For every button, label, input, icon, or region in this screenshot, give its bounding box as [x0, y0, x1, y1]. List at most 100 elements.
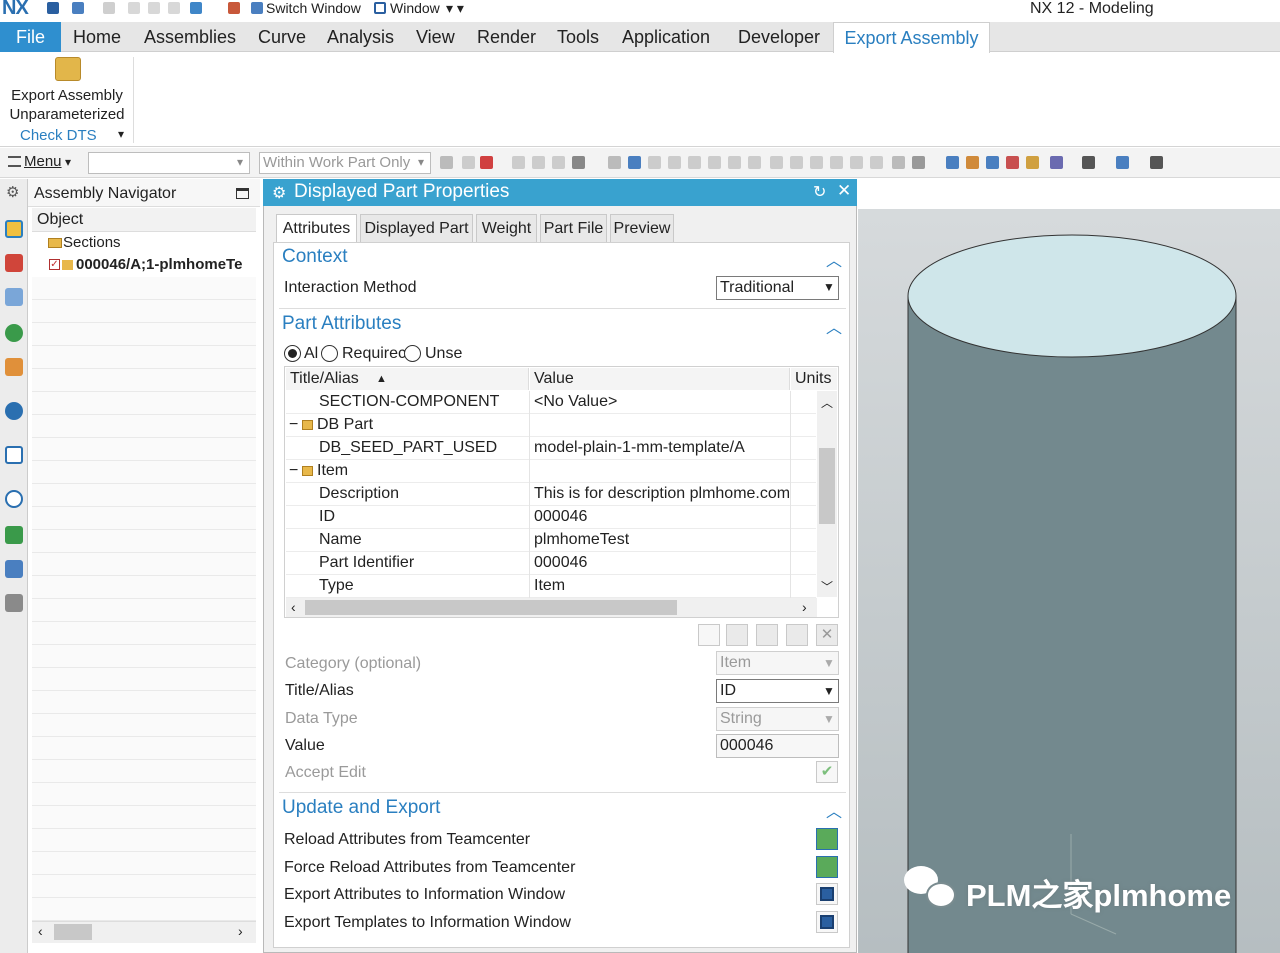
navigator-row[interactable] — [32, 737, 256, 760]
tab-weight[interactable]: Weight — [476, 214, 537, 242]
scroll-left-icon[interactable]: ‹ — [38, 923, 43, 939]
context-section-header[interactable]: Context — [282, 246, 347, 268]
tab-assemblies[interactable]: Assemblies — [144, 22, 236, 52]
delete-attribute-icon[interactable]: ✕ — [816, 624, 838, 646]
resource-bar-settings-icon[interactable]: ⚙ — [6, 183, 19, 201]
toolbar-tool-icon[interactable] — [552, 156, 565, 169]
table-row[interactable] — [286, 460, 816, 483]
navigator-row[interactable] — [32, 875, 256, 898]
close-icon[interactable]: ✕ — [837, 181, 851, 201]
toolbar-tool-icon[interactable] — [668, 156, 681, 169]
toolbar-tool-icon[interactable] — [628, 156, 641, 169]
toolbar-tool-icon[interactable] — [480, 156, 493, 169]
copy-icon[interactable] — [148, 2, 160, 14]
assembly-navigator-icon[interactable] — [5, 220, 23, 238]
tab-developer[interactable]: Developer — [738, 22, 820, 52]
part-attributes-collapse-chevron-up-icon[interactable]: ︿ — [826, 314, 842, 338]
window-menu-chevron-icon[interactable]: ▾ ▾ — [446, 0, 464, 17]
toolbar-tool-icon[interactable] — [790, 156, 803, 169]
col-title-alias[interactable]: Title/Alias — [286, 368, 529, 390]
navigator-row[interactable] — [32, 829, 256, 852]
reset-icon[interactable]: ↻ — [813, 182, 826, 202]
update-export-section-header[interactable]: Update and Export — [282, 797, 440, 819]
toolbar-tool-icon[interactable] — [912, 156, 925, 169]
save-icon[interactable] — [47, 2, 59, 14]
undo-icon[interactable] — [72, 2, 84, 14]
tab-application[interactable]: Application — [622, 22, 710, 52]
toolbar-tool-icon[interactable] — [1150, 156, 1163, 169]
toolbar-tool-icon[interactable] — [608, 156, 621, 169]
navigator-row[interactable] — [32, 622, 256, 645]
navigator-row[interactable] — [32, 277, 256, 300]
radio-unset[interactable] — [404, 345, 421, 362]
paste-attribute-icon[interactable] — [786, 624, 808, 646]
navigator-row[interactable] — [32, 461, 256, 484]
navigator-row[interactable] — [32, 530, 256, 553]
checkbox-checked-icon[interactable]: ✓ — [49, 259, 60, 270]
window-menu[interactable]: Window — [390, 0, 440, 16]
navigator-row[interactable] — [32, 300, 256, 323]
scroll-right-icon[interactable]: › — [238, 923, 243, 939]
menu-button[interactable]: Menu — [24, 153, 62, 170]
part-node[interactable]: 000046/A;1-plmhomeTe — [76, 256, 256, 273]
navigator-row[interactable] — [32, 438, 256, 461]
toolbar-tool-icon[interactable] — [532, 156, 545, 169]
toolbar-tool-icon[interactable] — [572, 156, 585, 169]
toolbar-tool-icon[interactable] — [1050, 156, 1063, 169]
toolbar-tool-icon[interactable] — [462, 156, 475, 169]
context-collapse-chevron-up-icon[interactable]: ︿ — [826, 247, 842, 271]
tab-analysis[interactable]: Analysis — [327, 22, 394, 52]
navigator-row[interactable] — [32, 484, 256, 507]
table-vscroll-thumb[interactable] — [819, 448, 835, 524]
navigator-row[interactable] — [32, 576, 256, 599]
toolbar-tool-icon[interactable] — [892, 156, 905, 169]
redo-icon[interactable] — [103, 2, 115, 14]
sections-node[interactable]: Sections — [63, 234, 121, 251]
switch-window-button[interactable]: Switch Window — [266, 0, 361, 16]
selection-filter-combo[interactable] — [88, 152, 250, 174]
toolbar-tool-icon[interactable] — [748, 156, 761, 169]
navigator-row[interactable] — [32, 852, 256, 875]
part-navigator-icon[interactable] — [5, 288, 23, 306]
navigator-row[interactable] — [32, 691, 256, 714]
radio-all[interactable] — [284, 345, 301, 362]
update-export-collapse-chevron-up-icon[interactable]: ︿ — [826, 798, 842, 822]
navigator-row[interactable] — [32, 392, 256, 415]
toolbar-tool-icon[interactable] — [708, 156, 721, 169]
touch-mode-icon[interactable] — [228, 2, 240, 14]
title-alias-select[interactable]: ID — [716, 679, 839, 703]
palette-icon[interactable] — [5, 594, 23, 612]
interaction-method-chevron-icon[interactable]: ▼ — [823, 280, 835, 294]
paste-icon[interactable] — [168, 2, 180, 14]
tab-part-file[interactable]: Part File — [540, 214, 607, 242]
new-attribute-icon[interactable] — [698, 624, 720, 646]
export-assembly-unparameterized-button[interactable]: Export Assembly Unparameterized — [4, 86, 130, 124]
maximize-icon[interactable] — [236, 188, 249, 199]
toolbar-tool-icon[interactable] — [946, 156, 959, 169]
navigator-scroll-thumb[interactable] — [54, 924, 92, 940]
tab-tools[interactable]: Tools — [557, 22, 599, 52]
cut-attribute-icon[interactable] — [726, 624, 748, 646]
tab-home[interactable]: Home — [73, 22, 121, 52]
check-dts-chevron-icon[interactable]: ▾ — [118, 127, 124, 141]
repeat-command-icon[interactable] — [190, 2, 202, 14]
roles-icon[interactable] — [5, 526, 23, 544]
toolbar-tool-icon[interactable] — [512, 156, 525, 169]
dialog-gear-icon[interactable]: ⚙ — [272, 183, 286, 203]
tab-preview[interactable]: Preview — [610, 214, 674, 242]
export-templates-save-icon[interactable] — [816, 911, 838, 933]
col-value[interactable]: Value — [530, 368, 790, 390]
toolbar-tool-icon[interactable] — [986, 156, 999, 169]
navigator-row[interactable] — [32, 346, 256, 369]
toolbar-tool-icon[interactable] — [1082, 156, 1095, 169]
toolbar-tool-icon[interactable] — [1116, 156, 1129, 169]
toolbar-tool-icon[interactable] — [1026, 156, 1039, 169]
scope-filter-combo[interactable]: Within Work Part Only — [259, 152, 431, 174]
navigator-row[interactable] — [32, 323, 256, 346]
tab-curve[interactable]: Curve — [258, 22, 306, 52]
toolbar-tool-icon[interactable] — [688, 156, 701, 169]
scroll-down-icon[interactable]: ﹀ — [821, 578, 833, 595]
toolbar-tool-icon[interactable] — [850, 156, 863, 169]
file-tab[interactable]: File — [0, 22, 61, 52]
toolbar-tool-icon[interactable] — [728, 156, 741, 169]
